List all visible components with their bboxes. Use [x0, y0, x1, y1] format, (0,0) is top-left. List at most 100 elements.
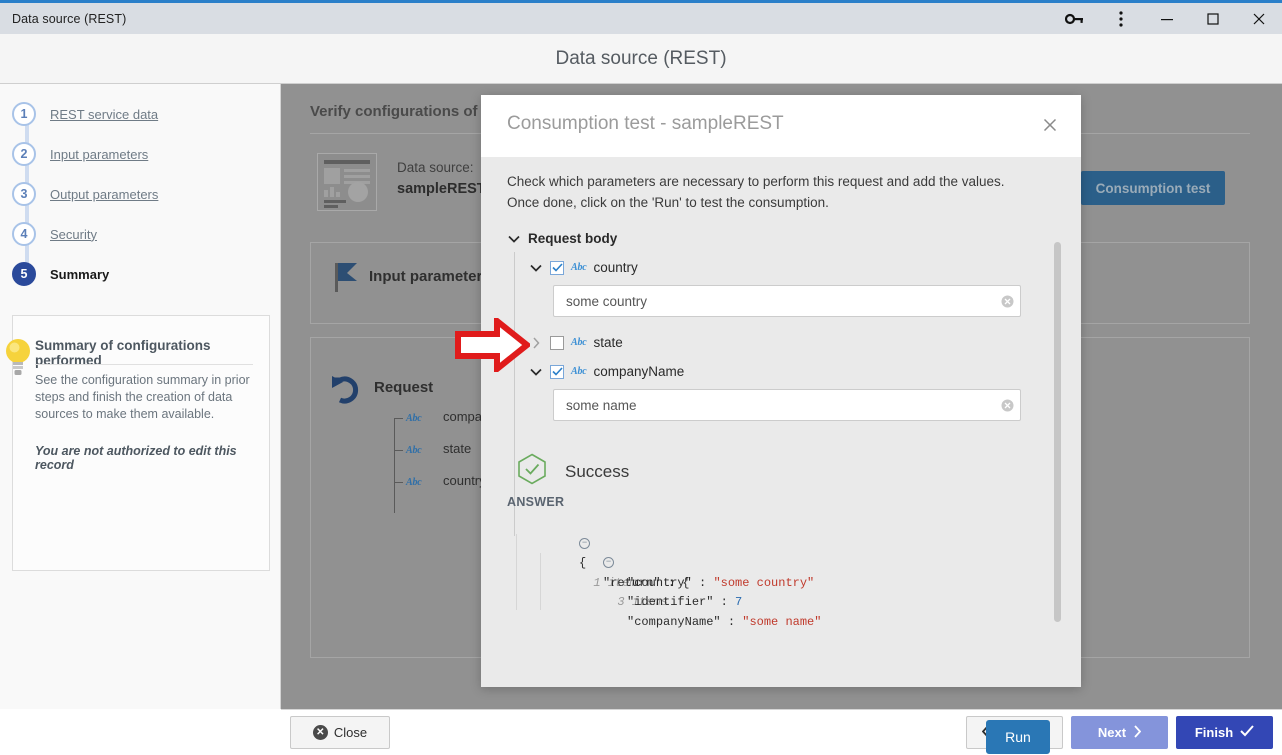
json-value: "some name" — [742, 614, 822, 629]
step-label[interactable]: Security — [50, 227, 97, 242]
tree-branch — [394, 450, 403, 451]
parameter-label-state: state — [593, 335, 623, 350]
parameter-checkbox-country[interactable] — [550, 260, 564, 275]
abc-type-icon: Abc — [571, 337, 587, 348]
answer-label: ANSWER — [507, 495, 565, 509]
window-title: Data source (REST) — [12, 11, 127, 26]
tree-trunk — [394, 418, 395, 513]
close-button-label: Close — [333, 725, 368, 740]
tree-branch — [394, 482, 403, 483]
step-number: 5 — [12, 262, 36, 286]
abc-type-icon: Abc — [406, 413, 422, 424]
json-key: "companyName" — [627, 614, 721, 629]
request-title: Request — [374, 379, 434, 396]
abc-type-icon: Abc — [406, 445, 422, 456]
result-status: Success — [517, 453, 629, 490]
success-hexagon-check-icon — [517, 453, 547, 490]
page-header: Data source (REST) — [0, 34, 1282, 84]
close-icon[interactable] — [1037, 112, 1063, 138]
clear-circle-icon[interactable] — [994, 399, 1020, 412]
application-window: Data source (REST) Data source (REST) 1 … — [0, 0, 1282, 755]
sidebar-step-output-parameters[interactable]: 3 Output parameters — [0, 174, 281, 214]
data-source-value: sampleREST — [397, 181, 486, 197]
abc-type-icon: Abc — [406, 477, 422, 488]
consumption-test-dialog: Consumption test - sampleREST Check whic… — [481, 95, 1081, 754]
data-source-thumbnail-icon — [317, 153, 377, 211]
chevron-down-icon[interactable] — [529, 261, 543, 275]
parameter-input-country[interactable]: some country — [553, 285, 1021, 317]
step-number: 1 — [12, 102, 36, 126]
sidebar-step-security[interactable]: 4 Security — [0, 214, 281, 254]
step-number: 4 — [12, 222, 36, 246]
abc-type-icon: Abc — [571, 262, 587, 273]
next-button-label: Next — [1097, 725, 1127, 740]
run-button[interactable]: Run — [986, 720, 1050, 754]
dialog-vertical-scrollbar[interactable] — [1054, 242, 1061, 622]
maximize-icon[interactable] — [1190, 3, 1236, 34]
parameter-value-country[interactable]: some country — [554, 294, 994, 309]
data-source-label: Data source: — [397, 160, 474, 175]
dialog-body: Check which parameters are necessary to … — [481, 157, 1081, 754]
clear-circle-icon[interactable] — [994, 295, 1020, 308]
close-icon[interactable] — [1236, 3, 1282, 34]
verify-configurations-title: Verify configurations of — [310, 103, 478, 120]
request-tree-item-country: country — [443, 473, 486, 488]
parameter-label-country: country — [593, 260, 638, 275]
more-vertical-icon[interactable] — [1098, 3, 1144, 34]
parameter-input-companyname[interactable]: some name — [553, 389, 1021, 421]
dialog-title: Consumption test - sampleREST — [507, 113, 784, 134]
wizard-sidebar: 1 REST service data 2 Input parameters 3… — [0, 84, 281, 709]
answer-json-viewer: − { 1 item − "return" : { 3 items "count… — [507, 515, 821, 755]
wizard-steps: 1 REST service data 2 Input parameters 3… — [0, 94, 281, 294]
chevron-down-icon[interactable] — [529, 365, 543, 379]
flag-icon — [333, 261, 359, 298]
close-button[interactable]: ✕ Close — [290, 716, 390, 749]
request-tree-item-state: state — [443, 441, 472, 456]
input-parameters-title: Input parameters — [369, 268, 491, 285]
next-button[interactable]: Next — [1071, 716, 1168, 749]
tip-body: See the configuration summary in prior s… — [35, 373, 250, 421]
chevron-right-icon[interactable] — [529, 336, 543, 350]
dialog-header: Consumption test - sampleREST — [481, 95, 1081, 157]
parameter-checkbox-companyname[interactable] — [550, 364, 564, 379]
page-title: Data source (REST) — [555, 47, 727, 69]
step-label: Summary — [50, 266, 110, 282]
sidebar-step-input-parameters[interactable]: 2 Input parameters — [0, 134, 281, 174]
step-number: 3 — [12, 182, 36, 206]
parameter-row-state[interactable]: Abc state — [529, 335, 623, 350]
json-line: "companyName" : "some name" — [555, 593, 821, 652]
key-icon[interactable] — [1052, 3, 1098, 34]
summary-tip-box: Summary of configurations performed See … — [6, 315, 270, 571]
finish-button[interactable]: Finish — [1176, 716, 1273, 749]
check-icon — [1240, 725, 1254, 740]
chevron-down-icon[interactable] — [507, 232, 521, 246]
tree-branch — [394, 418, 403, 419]
close-circle-icon: ✕ — [312, 725, 328, 740]
undo-arrow-icon — [330, 374, 364, 409]
lightbulb-icon — [4, 336, 32, 378]
parameter-value-companyname[interactable]: some name — [554, 398, 994, 413]
step-label[interactable]: Output parameters — [50, 187, 158, 202]
parameter-label-companyname: companyName — [593, 364, 685, 379]
step-number: 2 — [12, 142, 36, 166]
request-body-section-toggle[interactable]: Request body — [507, 231, 617, 246]
status-text: Success — [565, 461, 630, 481]
finish-button-label: Finish — [1194, 725, 1234, 740]
wizard-footer: ✕ Close Previous Next Finish — [281, 709, 1282, 755]
parameter-row-companyname[interactable]: Abc companyName — [529, 364, 684, 379]
consumption-test-button[interactable]: Consumption test — [1081, 171, 1225, 205]
request-body-label: Request body — [528, 231, 618, 246]
json-separator: : — [720, 614, 743, 629]
parameter-row-country[interactable]: Abc country — [529, 260, 638, 275]
minimize-icon[interactable] — [1144, 3, 1190, 34]
abc-type-icon: Abc — [571, 366, 587, 377]
sidebar-step-rest-service-data[interactable]: 1 REST service data — [0, 94, 281, 134]
sidebar-step-summary[interactable]: 5 Summary — [0, 254, 281, 294]
tip-authorization-note: You are not authorized to edit this reco… — [35, 444, 237, 472]
parameter-checkbox-state[interactable] — [550, 335, 564, 350]
chevron-right-icon — [1133, 724, 1142, 741]
step-label[interactable]: REST service data — [50, 107, 158, 122]
tip-divider — [35, 364, 253, 365]
step-label[interactable]: Input parameters — [50, 147, 148, 162]
window-titlebar: Data source (REST) — [0, 0, 1282, 34]
